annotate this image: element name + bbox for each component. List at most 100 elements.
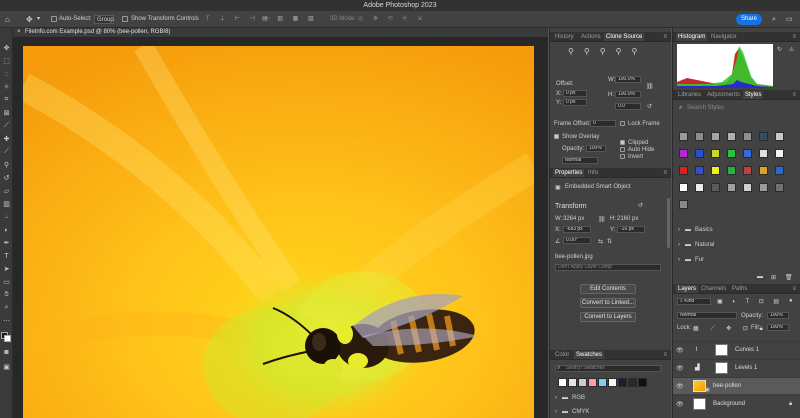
style-swatch[interactable] [743, 132, 752, 141]
frame-offset-field[interactable]: 0 [590, 120, 616, 127]
convert-to-layers-button[interactable]: Convert to Layers [580, 312, 636, 322]
swatch[interactable] [558, 378, 567, 387]
delete-style-icon[interactable]: 🗑︎ [785, 274, 793, 281]
refresh-histogram-icon[interactable]: ↻ [777, 46, 782, 53]
prop-w-value[interactable]: 3264 px [563, 216, 584, 222]
invert-checkbox[interactable] [620, 154, 625, 159]
tab-histogram[interactable]: Histogram [676, 33, 708, 41]
eyedropper-tool-icon[interactable]: ⟋ [2, 122, 11, 130]
tab-libraries[interactable]: Libraries [676, 91, 703, 99]
style-swatch[interactable] [775, 149, 784, 158]
swatch[interactable] [638, 378, 647, 387]
move-tool-icon[interactable]: ✥ [26, 15, 33, 24]
tab-swatches[interactable]: Swatches [574, 351, 605, 359]
swatch-group-cmyk[interactable]: CMYK [572, 409, 589, 415]
document-canvas-image[interactable] [23, 46, 534, 418]
panel-menu-icon[interactable]: ≡ [661, 169, 669, 177]
clipped-checkbox[interactable] [620, 140, 625, 145]
tab-info[interactable]: Info [586, 169, 600, 177]
prop-angle-field[interactable]: 0.00° [563, 237, 591, 244]
tab-clone-source[interactable]: Clone Source [604, 33, 645, 41]
style-swatch[interactable] [695, 183, 704, 192]
layer-mask-thumbnail[interactable] [715, 362, 728, 374]
brush-tool-icon[interactable]: ⟋ [2, 148, 11, 156]
layer-row-bee-pollen[interactable]: 👁︎ ▣ bee-pollen [673, 377, 800, 394]
tab-history[interactable]: History [553, 33, 576, 41]
layer-mask-thumbnail[interactable] [715, 344, 728, 356]
style-swatch[interactable] [695, 132, 704, 141]
style-swatch[interactable] [775, 132, 784, 141]
swatch[interactable] [568, 378, 577, 387]
screen-mode-icon[interactable]: ▣ [2, 363, 11, 371]
swatch[interactable] [628, 378, 637, 387]
tab-color[interactable]: Color [553, 351, 571, 359]
tab-channels[interactable]: Channels [699, 285, 728, 293]
layer-name[interactable]: Background [713, 401, 745, 407]
layer-filter-kind-dropdown[interactable]: ⌕ Kind [677, 298, 711, 305]
dodge-tool-icon[interactable]: ◐ [2, 226, 11, 234]
tab-actions[interactable]: Actions [579, 33, 603, 41]
canvas-area[interactable] [13, 38, 548, 418]
style-swatch[interactable] [679, 166, 688, 175]
panel-menu-icon[interactable]: ≡ [661, 33, 669, 41]
layer-thumbnail[interactable] [693, 398, 706, 410]
layer-comp-dropdown[interactable]: Don't Apply Layer Comp [555, 264, 661, 271]
scale-w-field[interactable]: 100.0% [615, 76, 641, 83]
clone-source-2-icon[interactable]: ⚲ [584, 47, 600, 56]
gradient-tool-icon[interactable]: ▥ [2, 200, 11, 208]
tab-styles[interactable]: Styles [743, 91, 764, 99]
swatch[interactable] [618, 378, 627, 387]
lasso-tool-icon[interactable]: ◌ [2, 70, 11, 78]
crop-tool-icon[interactable]: ⌗ [2, 96, 11, 104]
history-brush-tool-icon[interactable]: ↺ [2, 174, 11, 182]
path-selection-tool-icon[interactable]: ➤ [2, 265, 11, 273]
filter-toggle[interactable]: ● [789, 298, 793, 304]
style-group-natural-chevron[interactable]: › [678, 242, 680, 248]
style-swatch[interactable] [759, 149, 768, 158]
link-icon[interactable]: ⛓ [646, 83, 654, 90]
style-swatch[interactable] [727, 132, 736, 141]
style-swatch[interactable] [743, 149, 752, 158]
clone-source-3-icon[interactable]: ⚲ [600, 47, 616, 56]
tab-adjustments[interactable]: Adjustments [705, 91, 742, 99]
clone-source-1-icon[interactable]: ⚲ [568, 47, 584, 56]
style-swatch[interactable] [759, 132, 768, 141]
layer-opacity-field[interactable]: 100% [767, 312, 789, 319]
prop-h-value[interactable]: 2160 px [617, 216, 638, 222]
distribute-icons[interactable]: ▤ ▥ ▦ ▧ [262, 15, 318, 24]
close-tab-icon[interactable]: × [17, 29, 21, 35]
mode-3d-icons[interactable]: ◎ ✥ ⟲ ✢ ⇲ [358, 15, 426, 24]
visibility-eye-icon[interactable]: 👁︎ [676, 347, 684, 354]
link-dimensions-icon[interactable]: ⛓ [598, 216, 606, 223]
panel-menu-icon[interactable]: ≡ [790, 91, 798, 99]
panel-menu-icon[interactable]: ≡ [661, 351, 669, 359]
style-group-basics[interactable]: Basics [695, 227, 713, 233]
reset-transform-icon[interactable]: ↺ [638, 202, 643, 209]
healing-brush-tool-icon[interactable]: ✚ [2, 135, 11, 143]
clone-source-5-icon[interactable]: ⚲ [631, 47, 647, 56]
style-swatch[interactable] [711, 183, 720, 192]
layer-filter-icons[interactable]: ▣ ◐ T ⊡ ▤ [717, 298, 783, 305]
style-swatch[interactable] [727, 183, 736, 192]
hand-tool-icon[interactable]: ✋︎ [2, 291, 11, 299]
type-tool-icon[interactable]: T [2, 252, 11, 260]
swatch[interactable] [578, 378, 587, 387]
style-group-natural[interactable]: Natural [695, 242, 714, 248]
more-tools-icon[interactable]: ⋯ [2, 317, 11, 325]
tool-preset-dropdown[interactable]: ▾ [37, 15, 40, 24]
reset-transform-icon[interactable]: ↺ [647, 103, 652, 110]
auto-select-dropdown[interactable]: Group [94, 15, 114, 24]
tab-properties[interactable]: Properties [553, 169, 585, 177]
background-color-swatch[interactable] [4, 335, 11, 342]
layer-name[interactable]: Levels 1 [735, 365, 757, 371]
prop-x-field[interactable]: -683 px [563, 226, 591, 233]
share-button[interactable]: Share [736, 14, 762, 25]
style-group-basics-chevron[interactable]: › [678, 227, 680, 233]
layer-row-background[interactable]: 👁︎ Background 🔒︎ [673, 395, 800, 412]
swatch-group-cmyk-chevron[interactable]: › [555, 409, 557, 415]
tab-paths[interactable]: Paths [730, 285, 749, 293]
frame-tool-icon[interactable]: ⊠ [2, 109, 11, 117]
new-style-icon[interactable]: ⊞ [771, 274, 776, 281]
swatch-group-rgb[interactable]: RGB [572, 395, 585, 401]
style-swatch[interactable] [695, 166, 704, 175]
